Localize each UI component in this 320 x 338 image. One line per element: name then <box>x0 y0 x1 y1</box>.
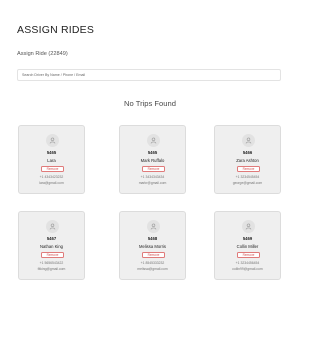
driver-card[interactable]: 5468 Melissa Morris Remove +1 8545333232… <box>119 211 186 280</box>
driver-card[interactable]: 5465 Mark Ruffalo Remove +1 3434343434 m… <box>119 125 186 194</box>
driver-email: george@gmail.com <box>232 181 263 185</box>
user-icon <box>242 134 255 147</box>
driver-email: collin99@gmail.com <box>232 267 263 271</box>
remove-driver-button[interactable]: Remove <box>237 166 260 172</box>
driver-name: Nathan King <box>39 244 64 249</box>
remove-driver-button[interactable]: Remove <box>142 166 165 172</box>
driver-card[interactable]: 5465 Lara Remove +1 4343423232 lara@gmai… <box>18 125 85 194</box>
remove-driver-button[interactable]: Remove <box>41 166 64 172</box>
driver-name: Lara <box>47 158 56 163</box>
driver-name: Melissa Morris <box>139 244 166 249</box>
user-icon <box>46 220 59 233</box>
user-icon <box>147 134 160 147</box>
driver-id: 5467 <box>46 236 57 241</box>
driver-phone: +1 3234545454 <box>235 175 260 179</box>
driver-email: melissa@gmail.com <box>137 267 168 271</box>
driver-card[interactable]: 5467 Nathan King Remove +1 5656543422 fi… <box>18 211 85 280</box>
driver-email: markr@gmail.com <box>138 181 167 185</box>
driver-phone: +1 5656543422 <box>39 261 64 265</box>
driver-name: Mark Ruffalo <box>140 158 165 163</box>
driver-email: lara@gmail.com <box>39 181 64 185</box>
driver-card[interactable]: 5466 Zara Ashton Remove +1 3234545454 ge… <box>214 125 281 194</box>
driver-phone: +1 3434343434 <box>140 175 165 179</box>
driver-id: 5465 <box>46 150 57 155</box>
driver-email: fitking@gmail.com <box>37 267 66 271</box>
driver-id: 5466 <box>242 150 253 155</box>
user-icon <box>147 220 160 233</box>
remove-driver-button[interactable]: Remove <box>41 252 64 258</box>
driver-id: 5468 <box>147 236 158 241</box>
driver-card[interactable]: 5469 Collin Miller Remove +1 3234456454 … <box>214 211 281 280</box>
driver-id: 5469 <box>242 236 253 241</box>
user-icon <box>46 134 59 147</box>
user-icon <box>242 220 255 233</box>
driver-name: Zara Ashton <box>236 158 259 163</box>
remove-driver-button[interactable]: Remove <box>142 252 165 258</box>
driver-name: Collin Miller <box>236 244 259 249</box>
remove-driver-button[interactable]: Remove <box>237 252 260 258</box>
driver-phone: +1 4343423232 <box>39 175 64 179</box>
driver-id: 5465 <box>147 150 158 155</box>
driver-phone: +1 8545333232 <box>140 261 165 265</box>
driver-phone: +1 3234456454 <box>235 261 260 265</box>
driver-cards-grid: 5465 Lara Remove +1 4343423232 lara@gmai… <box>0 0 300 338</box>
